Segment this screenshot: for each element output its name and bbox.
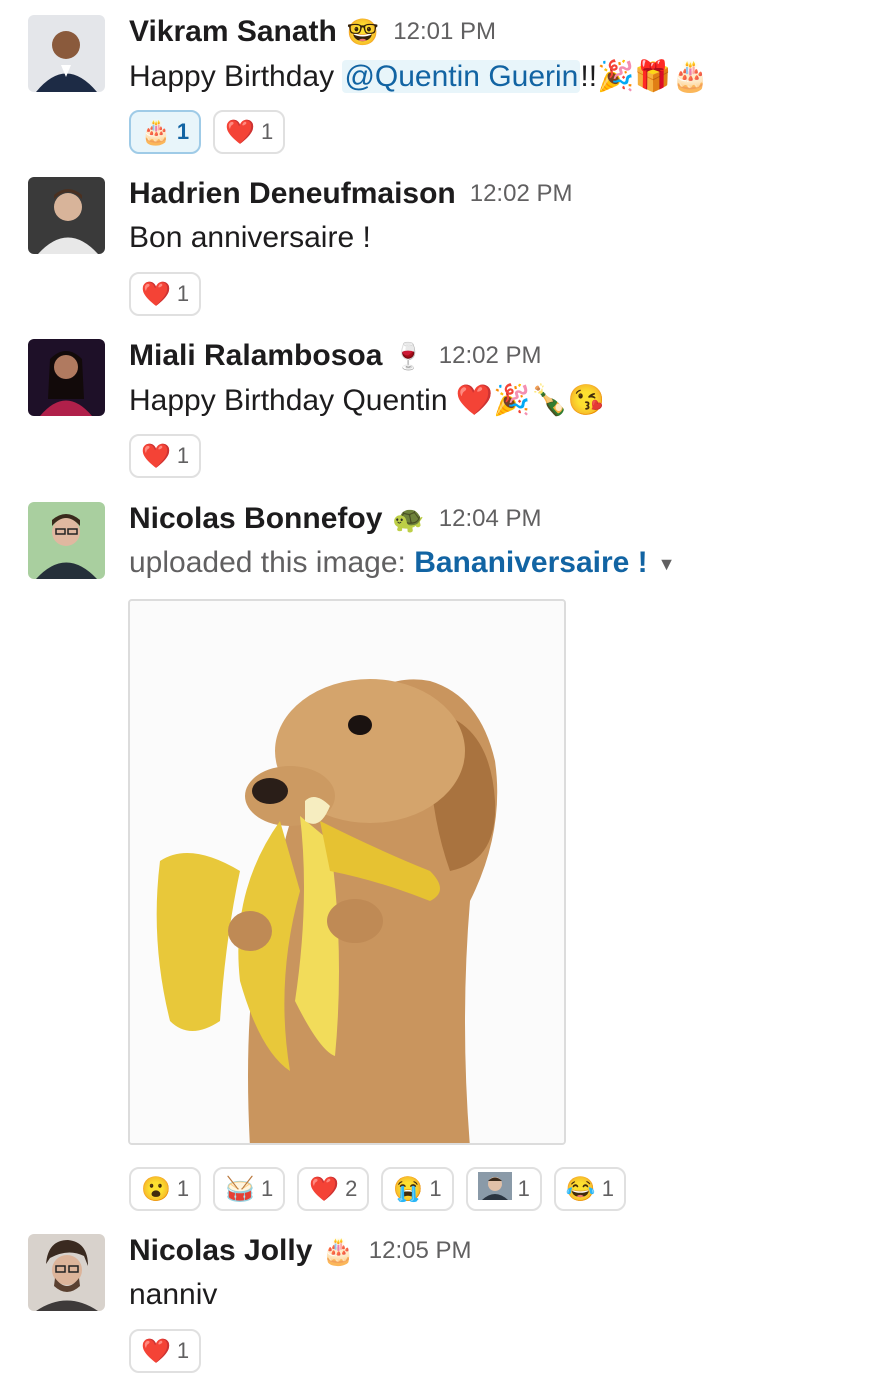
timestamp[interactable]: 12:01 PM [393, 18, 496, 45]
avatar[interactable] [28, 1234, 105, 1311]
heart-party-champagne-kiss-emoji-icon: ❤️🎉🍾😘 [455, 384, 606, 417]
heart-icon: ❤️ [225, 118, 256, 146]
message-text: Happy Birthday @Quentin Guerin!!🎉🎁🎂 [129, 59, 709, 94]
uploaded-image[interactable] [128, 599, 566, 1145]
message-text: Bon anniversaire ! [129, 221, 371, 254]
avatar[interactable] [28, 15, 105, 92]
sender-name[interactable]: Nicolas Bonnefoy [129, 502, 382, 535]
file-name-link[interactable]: Bananiversaire ! [414, 546, 647, 579]
reaction-surprised[interactable]: 😮 1 [129, 1167, 202, 1211]
reaction-custom-face[interactable]: 1 [465, 1167, 542, 1211]
tears-of-joy-icon: 😂 [565, 1175, 596, 1203]
timestamp[interactable]: 12:04 PM [439, 505, 542, 532]
heart-icon: ❤️ [309, 1175, 340, 1203]
surprised-face-icon: 😮 [141, 1175, 171, 1203]
user-mention[interactable]: @Quentin Guerin [342, 60, 581, 93]
message-text-part: !! [580, 60, 598, 93]
reaction-count: 1 [176, 1338, 190, 1363]
heart-icon: ❤️ [141, 442, 171, 470]
avatar[interactable] [28, 339, 105, 416]
dog-eating-banana-image [130, 601, 564, 1143]
message-header: Nicolas Bonnefoy 🐢 12:04 PM [129, 502, 541, 536]
upload-prefix: uploaded this image: [129, 546, 415, 579]
party-gift-cake-emoji-icon: 🎉🎁🎂 [597, 60, 710, 93]
heart-icon: ❤️ [141, 280, 171, 308]
reaction-count: 1 [429, 1176, 442, 1201]
reaction-count: 1 [261, 1176, 274, 1201]
reaction-bar: ❤️ 1 [129, 1329, 202, 1373]
sender-name[interactable]: Miali Ralambosoa [129, 339, 382, 372]
reaction-heart[interactable]: ❤️ 1 [129, 1329, 202, 1373]
turtle-icon: 🐢 [392, 503, 425, 534]
reaction-bar: ❤️ 1 [129, 434, 202, 478]
message-hadrien: Hadrien Deneufmaison 12:02 PM Bon anniver… [0, 177, 875, 327]
cake-icon: 🎂 [141, 118, 171, 146]
timestamp[interactable]: 12:05 PM [369, 1237, 472, 1264]
crying-face-icon: 😭 [393, 1175, 424, 1203]
reaction-count: 1 [601, 1176, 614, 1201]
reaction-bar: 😮 1 🥁 1 ❤️ 2 😭 1 1 😂 1 [129, 1167, 626, 1211]
timestamp[interactable]: 12:02 PM [439, 342, 542, 369]
reaction-heart[interactable]: ❤️ 1 [129, 272, 202, 316]
chevron-down-icon[interactable]: ▼ [658, 554, 676, 574]
reaction-drum[interactable]: 🥁 1 [213, 1167, 286, 1211]
reaction-cake[interactable]: 🎂 1 [129, 110, 202, 154]
reaction-count: 1 [176, 1176, 190, 1201]
message-nicolas-bonnefoy: Nicolas Bonnefoy 🐢 12:04 PM uploaded this … [0, 502, 875, 1222]
avatar[interactable] [28, 177, 105, 254]
message-vikram: Vikram Sanath 🤓 12:01 PM Happy Birthday @Q… [0, 15, 875, 165]
sender-name[interactable]: Vikram Sanath [129, 15, 337, 48]
reaction-count: 2 [345, 1176, 358, 1201]
reaction-count: 1 [517, 1176, 530, 1201]
heart-icon: ❤️ [141, 1337, 171, 1365]
sender-name[interactable]: Nicolas Jolly [129, 1234, 312, 1267]
message-text: Happy Birthday Quentin ❤️🎉🍾😘 [129, 383, 605, 418]
reaction-bar: ❤️ 1 [129, 272, 202, 316]
message-nicolas-jolly: Nicolas Jolly 🎂 12:05 PM nanniv ❤️ 1 [0, 1234, 875, 1384]
reaction-bar: 🎂 1 ❤️ 1 [129, 110, 286, 154]
message-header: Nicolas Jolly 🎂 12:05 PM [129, 1234, 472, 1268]
sender-name[interactable]: Hadrien Deneufmaison [129, 177, 456, 210]
message-text-part: Happy Birthday [129, 60, 343, 93]
message-header: Hadrien Deneufmaison 12:02 PM [129, 177, 572, 211]
timestamp[interactable]: 12:02 PM [470, 180, 573, 207]
reaction-heart[interactable]: ❤️ 1 [213, 110, 286, 154]
cake-status-icon: 🎂 [322, 1235, 355, 1266]
message-header: Vikram Sanath 🤓 12:01 PM [129, 15, 496, 49]
reaction-crying[interactable]: 😭 1 [381, 1167, 454, 1211]
reaction-heart[interactable]: ❤️ 2 [297, 1167, 370, 1211]
wine-glass-icon: 🍷 [392, 340, 425, 371]
reaction-count: 1 [176, 281, 190, 306]
avatar[interactable] [28, 502, 105, 579]
reaction-count: 1 [176, 119, 190, 144]
reaction-heart[interactable]: ❤️ 1 [129, 434, 202, 478]
reaction-count: 1 [261, 119, 274, 144]
status-emoji-icon: 🤓 [346, 16, 380, 47]
reaction-count: 1 [176, 443, 190, 468]
reaction-laughing[interactable]: 😂 1 [553, 1167, 626, 1211]
custom-face-emoji-icon [477, 1171, 512, 1207]
message-header: Miali Ralambosoa 🍷 12:02 PM [129, 339, 542, 373]
upload-line: uploaded this image: Bananiversaire ! ▼ [129, 546, 675, 580]
message-miali: Miali Ralambosoa 🍷 12:02 PM Happy Birthday… [0, 339, 875, 489]
message-text: nanniv [129, 1278, 218, 1311]
message-text-part: Happy Birthday Quentin [129, 384, 448, 417]
drum-kit-icon: 🥁 [225, 1175, 256, 1203]
